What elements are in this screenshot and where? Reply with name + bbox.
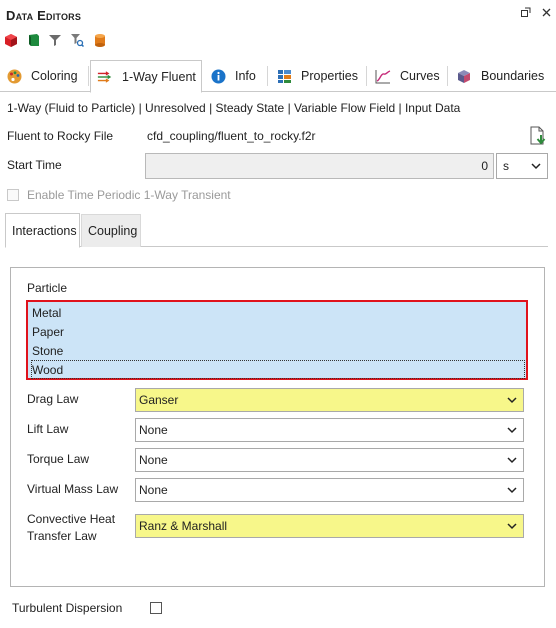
torque-law-value: None — [139, 453, 168, 467]
periodic-transient-label: Enable Time Periodic 1-Way Transient — [27, 188, 231, 202]
window-title: Data Editors — [6, 8, 81, 23]
convective-heat-law-label-line1: Convective Heat — [27, 512, 116, 526]
tab-properties[interactable]: Properties — [276, 60, 358, 92]
tab-coloring-label: Coloring — [31, 69, 78, 83]
virtual-mass-law-label: Virtual Mass Law — [27, 482, 119, 496]
start-time-label: Start Time — [7, 158, 62, 172]
periodic-transient-row: Enable Time Periodic 1-Way Transient — [7, 188, 231, 202]
chevron-down-icon — [507, 457, 517, 464]
particle-list[interactable]: Metal Paper Stone Wood — [26, 300, 528, 380]
drag-law-value: Ganser — [139, 393, 179, 407]
float-window-button[interactable] — [519, 6, 533, 20]
convective-heat-law-label: Convective Heat Transfer Law — [27, 511, 115, 545]
start-time-unit-select[interactable]: s — [496, 153, 548, 179]
chevron-down-icon — [507, 397, 517, 404]
tab-properties-label: Properties — [301, 69, 358, 83]
cylinder-icon[interactable] — [93, 33, 107, 47]
tab-boundaries-label: Boundaries — [481, 69, 545, 83]
torque-law-select[interactable]: None — [135, 448, 524, 472]
flow-arrows-icon — [97, 69, 113, 85]
lift-law-value: None — [139, 423, 168, 437]
fluent-file-value: cfd_coupling/fluent_to_rocky.f2r — [147, 129, 316, 143]
tab-interactions[interactable]: Interactions — [5, 213, 80, 248]
tab-coupling[interactable]: Coupling — [81, 214, 141, 247]
start-time-input[interactable]: 0 — [145, 153, 494, 179]
virtual-mass-law-value: None — [139, 483, 168, 497]
file-import-icon — [530, 126, 546, 145]
import-file-button[interactable] — [529, 126, 547, 146]
boundaries-icon — [456, 68, 472, 84]
torque-law-label: Torque Law — [27, 452, 90, 466]
main-tabbar: Coloring 1-Way Fluent Info Properties Cu… — [0, 60, 556, 93]
start-time-value: 0 — [481, 159, 488, 173]
turbulent-dispersion-checkbox[interactable] — [150, 602, 162, 614]
periodic-transient-checkbox[interactable] — [7, 189, 19, 201]
sub-tabbar: Interactions Coupling — [5, 213, 548, 248]
convective-heat-law-value: Ranz & Marshall — [139, 519, 228, 533]
tab-coloring[interactable]: Coloring — [6, 60, 78, 92]
chevron-down-icon — [507, 427, 517, 434]
close-window-button[interactable] — [539, 6, 553, 20]
convective-heat-law-label-line2: Transfer Law — [27, 529, 97, 543]
drag-law-select[interactable]: Ganser — [135, 388, 524, 412]
start-time-unit-value: s — [503, 159, 509, 173]
particle-label: Particle — [27, 281, 68, 295]
lift-law-select[interactable]: None — [135, 418, 524, 442]
chevron-down-icon — [507, 487, 517, 494]
mode-summary: 1-Way (Fluid to Particle) | Unresolved |… — [7, 101, 461, 115]
info-icon — [210, 68, 226, 84]
list-item[interactable]: Stone — [31, 341, 525, 360]
list-item[interactable]: Metal — [31, 303, 525, 322]
drag-law-label: Drag Law — [27, 392, 79, 406]
virtual-mass-law-select[interactable]: None — [135, 478, 524, 502]
chart-curve-icon — [375, 68, 391, 84]
tab-curves-label: Curves — [400, 69, 440, 83]
tab-1way-fluent[interactable]: 1-Way Fluent — [90, 60, 202, 93]
list-item[interactable]: Paper — [31, 322, 525, 341]
search-filter-icon[interactable] — [70, 33, 85, 48]
convective-heat-law-select[interactable]: Ranz & Marshall — [135, 514, 524, 538]
tab-1way-fluent-label: 1-Way Fluent — [122, 69, 196, 84]
close-icon — [542, 8, 550, 17]
tab-coupling-label: Coupling — [88, 224, 138, 238]
chevron-down-icon — [531, 163, 541, 170]
fluent-file-label: Fluent to Rocky File — [7, 129, 114, 143]
chevron-down-icon — [507, 523, 517, 530]
tab-boundaries[interactable]: Boundaries — [456, 60, 544, 92]
tab-info-label: Info — [235, 69, 256, 83]
lift-law-label: Lift Law — [27, 422, 69, 436]
tab-info[interactable]: Info — [210, 60, 256, 92]
green-book-icon[interactable] — [27, 33, 41, 47]
palette-icon — [6, 68, 22, 84]
float-icon — [521, 7, 531, 17]
funnel-icon[interactable] — [48, 33, 62, 47]
properties-grid-icon — [276, 68, 292, 84]
turbulent-dispersion-label: Turbulent Dispersion — [12, 601, 123, 615]
window-title-text: Data Editors — [6, 8, 82, 23]
tab-curves[interactable]: Curves — [375, 60, 440, 92]
red-cube-icon[interactable] — [4, 33, 18, 47]
list-item[interactable]: Wood — [31, 360, 525, 379]
tab-interactions-label: Interactions — [12, 223, 77, 238]
